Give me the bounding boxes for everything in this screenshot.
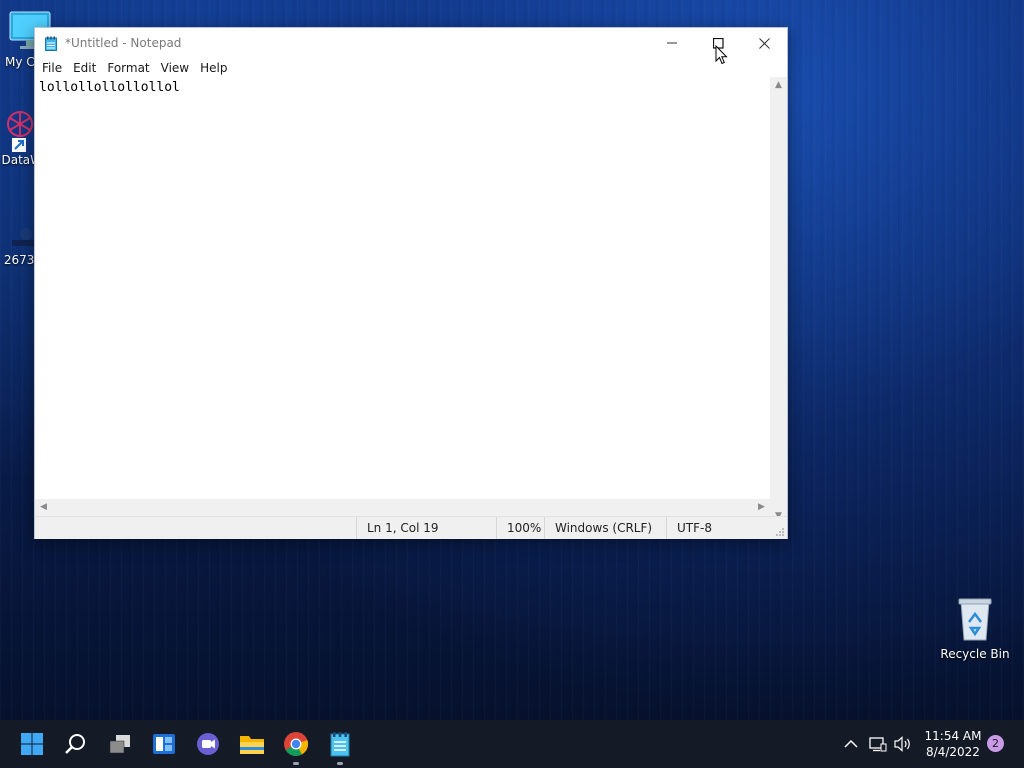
editor-content[interactable]: lollollollollollol xyxy=(39,80,180,95)
close-icon xyxy=(758,37,770,49)
clock-time: 11:54 AM xyxy=(924,729,982,743)
widgets-button[interactable] xyxy=(148,728,180,760)
volume-icon xyxy=(894,736,910,752)
clock-date: 8/4/2022 xyxy=(926,745,980,759)
resize-grip-icon[interactable] xyxy=(775,527,785,537)
search-icon xyxy=(65,734,85,754)
task-view-button[interactable] xyxy=(104,728,136,760)
scroll-right-arrow-icon[interactable]: ▶ xyxy=(753,499,770,516)
vertical-scrollbar[interactable]: ▲ ▼ xyxy=(770,77,787,525)
menu-bar: File Edit Format View Help xyxy=(35,58,787,77)
network-icon xyxy=(869,737,887,752)
widgets-icon xyxy=(153,734,175,754)
show-hidden-icons-button[interactable] xyxy=(840,720,862,768)
notepad-app-icon xyxy=(45,36,57,51)
start-icon xyxy=(21,733,43,755)
text-editor[interactable]: lollollollollollol xyxy=(35,77,770,525)
chrome-icon xyxy=(284,732,309,757)
file-explorer-button[interactable] xyxy=(236,728,268,760)
notification-badge[interactable]: 2 xyxy=(987,735,1004,752)
menu-format[interactable]: Format xyxy=(102,61,154,75)
status-cursor-position: Ln 1, Col 19 xyxy=(356,517,495,539)
teams-chat-icon xyxy=(197,733,219,755)
recycle-bin-label: Recycle Bin xyxy=(940,647,1010,661)
scroll-left-arrow-icon[interactable]: ◀ xyxy=(35,499,52,516)
task-view-icon xyxy=(109,735,130,754)
menu-view[interactable]: View xyxy=(156,61,194,75)
teams-chat-button[interactable] xyxy=(192,728,224,760)
mouse-cursor-icon xyxy=(715,45,728,65)
window-title: *Untitled - Notepad xyxy=(65,36,182,50)
search-button[interactable] xyxy=(60,728,92,760)
clock[interactable]: 11:54 AM 8/4/2022 xyxy=(920,728,986,760)
notepad-taskbar-button[interactable] xyxy=(324,728,356,765)
running-indicator xyxy=(337,762,343,765)
status-encoding: UTF-8 xyxy=(666,517,767,539)
status-bar: Ln 1, Col 19 100% Windows (CRLF) UTF-8 xyxy=(35,516,787,539)
menu-help[interactable]: Help xyxy=(195,61,232,75)
running-indicator xyxy=(293,762,299,765)
file-explorer-icon xyxy=(240,736,264,754)
close-button[interactable] xyxy=(741,28,787,58)
horizontal-scrollbar[interactable]: ◀ ▶ xyxy=(35,499,770,516)
title-bar[interactable]: *Untitled - Notepad xyxy=(35,28,787,58)
chrome-button[interactable] xyxy=(280,728,312,765)
menu-edit[interactable]: Edit xyxy=(68,61,101,75)
taskbar: 11:54 AM 8/4/2022 xyxy=(0,720,1024,768)
volume-button[interactable] xyxy=(892,720,914,768)
notepad-window[interactable]: *Untitled - Notepad File Edit Format Vie… xyxy=(34,27,788,539)
status-zoom: 100% xyxy=(496,517,543,539)
chevron-up-icon xyxy=(844,739,858,748)
recycle-bin-icon xyxy=(958,598,992,641)
minimize-button[interactable] xyxy=(649,28,695,58)
menu-file[interactable]: File xyxy=(37,61,67,75)
minimize-icon xyxy=(667,42,677,44)
scroll-up-arrow-icon[interactable]: ▲ xyxy=(770,77,787,94)
status-line-ending: Windows (CRLF) xyxy=(544,517,665,539)
network-button[interactable] xyxy=(867,720,889,768)
notepad-icon xyxy=(330,732,350,757)
desktop-icon-recycle-bin[interactable]: Recycle Bin xyxy=(938,596,1012,661)
start-button[interactable] xyxy=(16,728,48,760)
